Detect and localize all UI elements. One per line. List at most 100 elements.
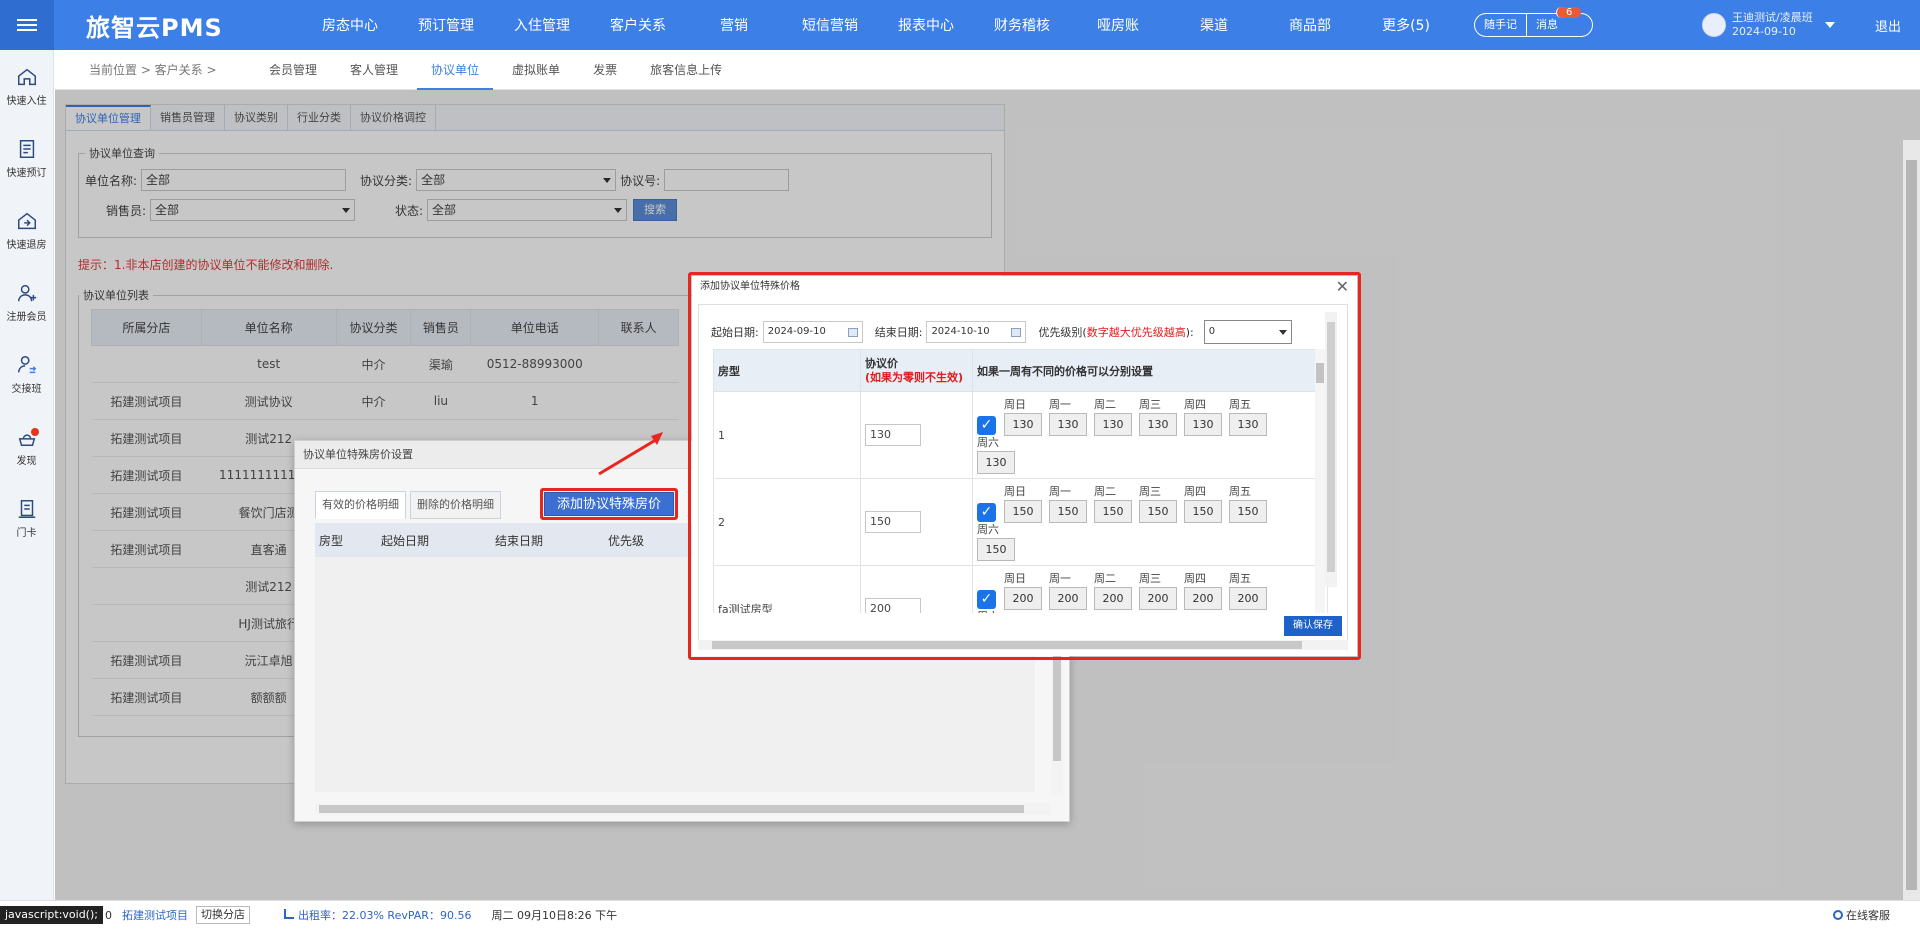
logout-link[interactable]: 退出	[1875, 16, 1901, 35]
price-table-body: 1 130 ✓ 周日 130 周一 130 周二 130 周三 130 周四 130 周五 130 周六 130…	[713, 391, 1328, 613]
sidebar-item-handover[interactable]: 交接班	[0, 338, 53, 410]
nav-item[interactable]: 房态中心	[302, 15, 398, 35]
tab-guest-upload[interactable]: 旅客信息上传	[650, 50, 722, 90]
nav-item[interactable]: 入住管理	[494, 15, 590, 35]
horizontal-scrollbar[interactable]	[315, 803, 1051, 815]
calendar-icon[interactable]	[1011, 327, 1022, 337]
weekday-prices-cell: ✓ 周日 150 周一 150 周二 150 周三 150 周四 150 周五 150 周六 150	[972, 478, 1328, 566]
weekday-item-saturday: 周六 150	[977, 521, 1327, 561]
nav-item[interactable]: 商品部	[1262, 15, 1358, 35]
nav-item[interactable]: 渠道	[1166, 15, 1262, 35]
tab-virtual-bill[interactable]: 虚拟账单	[512, 50, 560, 90]
priority-label-suffix: ):	[1185, 326, 1194, 339]
agreement-price-cell: 200	[860, 565, 973, 613]
agreement-price-input[interactable]: 150	[865, 511, 921, 533]
weekday-price-input[interactable]: 200	[1229, 587, 1267, 610]
col-end-date: 结束日期	[495, 533, 544, 548]
weekday-price-input[interactable]: 150	[1004, 500, 1042, 523]
status-url-tooltip: javascript:void();	[0, 906, 103, 924]
nav-item[interactable]: 报表中心	[878, 15, 974, 35]
sidebar-item-quick-checkin[interactable]: 快速入住	[0, 50, 53, 122]
tab-guest-management[interactable]: 客人管理	[350, 50, 398, 90]
priority-select[interactable]: 0	[1203, 320, 1292, 344]
tab-invoice[interactable]: 发票	[593, 50, 617, 90]
weekday-enable-checkbox[interactable]: ✓	[977, 590, 996, 609]
sidebar-item-quick-checkout[interactable]: 快速退房	[0, 194, 53, 266]
tab-valid-prices[interactable]: 有效的价格明细	[315, 491, 406, 519]
nav-item[interactable]: 营销	[686, 15, 782, 35]
priority-hint: 数字越大优先级越高	[1086, 326, 1186, 339]
weekday-price-input[interactable]: 130	[1229, 413, 1267, 436]
nav-item[interactable]: 预订管理	[398, 15, 494, 35]
scroll-thumb[interactable]	[1327, 322, 1335, 572]
sidebar: 快速入住 快速预订 快速退房 注册会员 交接班 发现 门卡	[0, 50, 54, 900]
start-date-input[interactable]: 2024-09-10	[762, 321, 863, 343]
weekday-price-input[interactable]: 200	[1004, 587, 1042, 610]
weekday-price-input[interactable]: 200	[1139, 587, 1177, 610]
weekday-price-input[interactable]: 130	[1139, 413, 1177, 436]
page-vertical-scrollbar[interactable]	[1903, 140, 1920, 900]
dialog-horizontal-scrollbar[interactable]	[698, 640, 1348, 650]
weekday-enable-checkbox[interactable]: ✓	[977, 416, 996, 435]
annotation-arrow-icon	[598, 432, 663, 476]
nav-item-more[interactable]: 更多(5)	[1358, 15, 1454, 35]
agreement-price-input[interactable]: 130	[865, 424, 921, 446]
scroll-thumb[interactable]	[712, 641, 1302, 649]
nav-item[interactable]: 短信营销	[782, 15, 878, 35]
agreement-price-input[interactable]: 200	[865, 598, 921, 613]
confirm-save-button[interactable]: 确认保存	[1284, 616, 1342, 636]
messages-button[interactable]: 消息6	[1526, 6, 1592, 37]
weekday-enable-checkbox[interactable]: ✓	[977, 503, 996, 522]
nav-item[interactable]: 客户关系	[590, 15, 686, 35]
weekday-price-input[interactable]: 150	[1184, 500, 1222, 523]
nav-item[interactable]: 哑房账	[1070, 15, 1166, 35]
sidebar-item-room-card[interactable]: 门卡	[0, 482, 53, 554]
scroll-thumb[interactable]	[1906, 160, 1917, 890]
switch-branch-button[interactable]: 切换分店	[195, 906, 250, 924]
sidebar-item-discover[interactable]: 发现	[0, 410, 53, 482]
weekday-price-input[interactable]: 150	[1139, 500, 1177, 523]
sidebar-item-label: 快速预订	[6, 167, 47, 179]
nav-item[interactable]: 财务稽核	[974, 15, 1070, 35]
room-type-cell: 1	[713, 391, 861, 479]
add-special-price-button[interactable]: 添加协议特殊房价	[544, 492, 675, 516]
user-menu[interactable]: 王迪测试/凌晨班 2024-09-10	[1702, 11, 1835, 39]
col-weekday-prices: 如果一周有不同的价格可以分别设置	[972, 349, 1328, 392]
online-support-link[interactable]: 在线客服	[1833, 907, 1890, 923]
sidebar-item-register-member[interactable]: 注册会员	[0, 266, 53, 338]
notes-button[interactable]: 随手记	[1475, 14, 1526, 36]
end-date-value: 2024-10-10	[931, 326, 990, 337]
weekday-label: 周一	[1049, 572, 1071, 585]
weekday-price-input[interactable]: 130	[1184, 413, 1222, 436]
weekday-price-input[interactable]: 130	[977, 451, 1015, 474]
weekday-label: 周五	[1229, 398, 1251, 411]
tab-deleted-prices[interactable]: 删除的价格明细	[410, 491, 501, 519]
weekday-price-input[interactable]: 130	[1004, 413, 1042, 436]
vertical-scrollbar[interactable]	[1315, 349, 1325, 613]
dialog-vertical-scrollbar[interactable]	[1325, 312, 1337, 587]
weekday-price-input[interactable]: 200	[1049, 587, 1087, 610]
end-date-input[interactable]: 2024-10-10	[926, 321, 1027, 343]
weekday-price-input[interactable]: 150	[1229, 500, 1267, 523]
tab-member-management[interactable]: 会员管理	[269, 50, 317, 90]
tab-agreement-unit[interactable]: 协议单位	[417, 50, 494, 90]
weekday-price-input[interactable]: 150	[1094, 500, 1132, 523]
weekday-label: 周五	[1229, 572, 1251, 585]
chevron-down-icon	[1278, 329, 1287, 335]
weekday-price-input[interactable]: 200	[1094, 587, 1132, 610]
scroll-thumb[interactable]	[319, 805, 1024, 813]
scroll-thumb[interactable]	[1316, 363, 1324, 383]
calendar-icon[interactable]	[847, 327, 858, 337]
weekday-price-input[interactable]: 130	[1049, 413, 1087, 436]
menu-toggle-button[interactable]	[0, 0, 54, 50]
weekday-label: 周二	[1094, 398, 1116, 411]
weekday-price-input[interactable]: 150	[1049, 500, 1087, 523]
occupancy-text: 出租率：22.03% RevPAR：90.56	[297, 909, 472, 922]
weekday-price-input[interactable]: 200	[1184, 587, 1222, 610]
sidebar-item-quick-booking[interactable]: 快速预订	[0, 122, 53, 194]
weekday-list: 周日 150 周一 150 周二 150 周三 150 周四 150 周五 150	[1004, 483, 1284, 523]
weekday-price-input[interactable]: 130	[1094, 413, 1132, 436]
weekday-price-input[interactable]: 150	[977, 538, 1015, 561]
hotel-name[interactable]: 拓建测试项目	[122, 907, 188, 923]
close-icon[interactable]: ✕	[1336, 276, 1349, 298]
